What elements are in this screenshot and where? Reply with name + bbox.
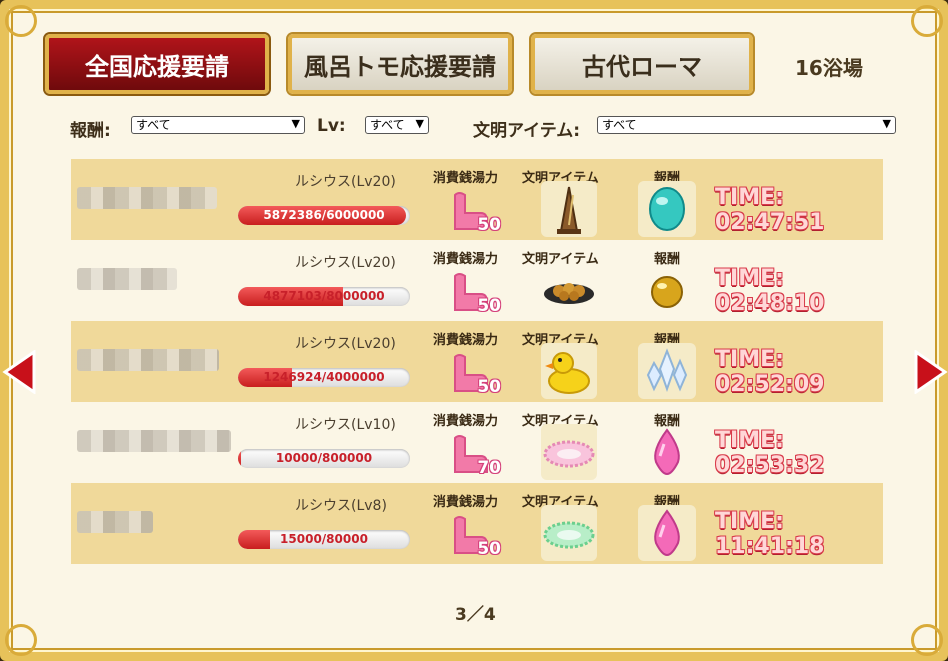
cost-value: 50	[477, 377, 501, 397]
lv-filter-select[interactable]: すべて ▼	[365, 116, 429, 134]
time-remaining: TIME: 11:41:18	[715, 509, 825, 559]
reward-slot[interactable]	[638, 343, 696, 399]
civ-filter-select[interactable]: すべて ▼	[597, 116, 896, 134]
boss-hp-bar: 1246924/4000000	[238, 368, 410, 387]
prev-page-arrow-icon[interactable]	[2, 350, 38, 394]
civ-item-slot[interactable]	[541, 424, 597, 480]
corner-ornament	[911, 5, 943, 37]
civ-item-slot[interactable]	[541, 262, 597, 318]
civ-filter-label: 文明アイテム:	[473, 121, 581, 141]
cost-value: 50	[477, 215, 501, 235]
reward-filter-label: 報酬:	[70, 121, 111, 141]
cost-value: 50	[477, 539, 501, 559]
chevron-down-icon: ▼	[291, 117, 300, 130]
cost-header: 消費銭湯力	[433, 495, 499, 510]
cost-header: 消費銭湯力	[433, 414, 499, 429]
boss-name: ルシウス(Lv8)	[295, 498, 387, 514]
cost-badge: 50	[447, 511, 501, 559]
bath-count: 16浴場	[795, 56, 863, 80]
cost-badge: 70	[447, 430, 501, 478]
cost-badge: 50	[447, 268, 501, 316]
time-remaining: TIME: 02:47:51	[715, 185, 825, 235]
requester-name-blurred	[77, 268, 177, 290]
chevron-down-icon: ▼	[882, 117, 891, 130]
tab-national-support[interactable]: 全国応援要請	[45, 34, 269, 94]
support-request-list: ルシウス(Lv20) 5872386/6000000 消費銭湯力 文明アイテム …	[71, 159, 883, 564]
tab-friend-support[interactable]: 風呂トモ応援要請	[288, 34, 512, 94]
time-remaining: TIME: 02:53:32	[715, 428, 825, 478]
boss-hp-bar: 5872386/6000000	[238, 206, 410, 225]
cost-badge: 50	[447, 187, 501, 235]
metronome-icon	[557, 186, 581, 234]
rubber-duck-icon	[545, 352, 590, 394]
cost-header: 消費銭湯力	[433, 333, 499, 348]
boss-name: ルシウス(Lv20)	[295, 255, 396, 271]
reward-slot[interactable]	[638, 262, 696, 318]
lv-filter-value: すべて	[370, 118, 405, 132]
civ-item-slot[interactable]	[541, 343, 597, 399]
pink-shampoo-hat-icon	[543, 440, 595, 468]
request-row[interactable]: ルシウス(Lv20) 1246924/4000000 消費銭湯力 文明アイテム …	[71, 321, 883, 402]
requester-name-blurred	[77, 511, 153, 533]
pink-gem-icon	[654, 428, 680, 476]
boss-name: ルシウス(Lv10)	[295, 417, 396, 433]
time-remaining: TIME: 02:48:10	[715, 266, 825, 316]
pink-gem-icon	[654, 509, 680, 557]
cost-badge: 50	[447, 349, 501, 397]
boss-hp-text: 1246924/4000000	[263, 370, 385, 384]
lv-filter-label: Lv:	[317, 116, 346, 136]
request-row[interactable]: ルシウス(Lv8) 15000/80000 消費銭湯力 文明アイテム 報酬 50…	[71, 483, 883, 564]
corner-ornament	[5, 624, 37, 656]
requester-name-blurred	[77, 187, 217, 209]
tab-ancient-rome[interactable]: 古代ローマ	[531, 34, 753, 94]
corner-ornament	[5, 5, 37, 37]
reward-filter-value: すべて	[136, 118, 171, 132]
boss-name: ルシウス(Lv20)	[295, 174, 396, 190]
time-remaining: TIME: 02:52:09	[715, 347, 825, 397]
boss-hp-text: 4877103/8000000	[263, 289, 385, 303]
boss-hp-text: 10000/800000	[275, 451, 373, 465]
boss-hp-text: 5872386/6000000	[263, 208, 385, 222]
boss-hp-text: 15000/80000	[280, 532, 368, 546]
request-row[interactable]: ルシウス(Lv20) 4877103/8000000 消費銭湯力 文明アイテム …	[71, 240, 883, 321]
boss-name: ルシウス(Lv20)	[295, 336, 396, 352]
civ-item-slot[interactable]	[541, 505, 597, 561]
boss-hp-bar: 15000/80000	[238, 530, 410, 549]
gold-orb-icon	[651, 276, 683, 308]
corner-ornament	[911, 624, 943, 656]
boss-hp-bar: 10000/800000	[238, 449, 410, 468]
civ-filter-value: すべて	[602, 118, 637, 132]
requester-name-blurred	[77, 430, 231, 452]
cost-header: 消費銭湯力	[433, 171, 499, 186]
reward-filter-select[interactable]: すべて ▼	[131, 116, 305, 134]
reward-slot[interactable]	[638, 505, 696, 561]
chevron-down-icon: ▼	[415, 117, 424, 130]
cost-header: 消費銭湯力	[433, 252, 499, 267]
civ-item-slot[interactable]	[541, 181, 597, 237]
request-row[interactable]: ルシウス(Lv10) 10000/800000 消費銭湯力 文明アイテム 報酬 …	[71, 402, 883, 483]
next-page-arrow-icon[interactable]	[912, 350, 948, 394]
reward-slot[interactable]	[638, 424, 696, 480]
cost-value: 50	[477, 296, 501, 316]
requester-name-blurred	[77, 349, 219, 371]
takoyaki-icon	[544, 283, 594, 304]
crystal-cluster-icon	[646, 348, 688, 393]
green-shampoo-hat-icon	[543, 521, 595, 549]
request-row[interactable]: ルシウス(Lv20) 5872386/6000000 消費銭湯力 文明アイテム …	[71, 159, 883, 240]
boss-hp-bar: 4877103/8000000	[238, 287, 410, 306]
page-indicator: 3／4	[455, 605, 496, 625]
reward-slot[interactable]	[638, 181, 696, 237]
cost-value: 70	[477, 458, 501, 478]
teal-gem-icon	[649, 187, 685, 231]
